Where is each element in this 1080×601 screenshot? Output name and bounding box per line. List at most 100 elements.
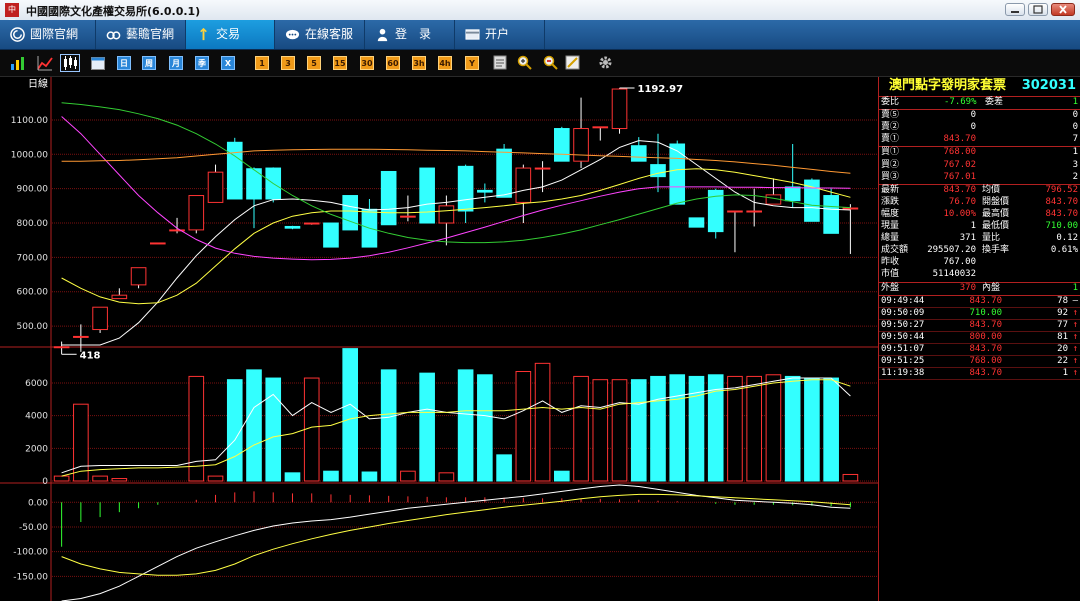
zoom-out-icon[interactable] bbox=[543, 55, 558, 70]
stat-label: 成交額 bbox=[881, 245, 909, 256]
nav-item-login[interactable]: 登 录 bbox=[365, 20, 455, 49]
trade-tick-row: 09:51:07 843.70 20 ↑ bbox=[879, 344, 1080, 355]
minimize-button[interactable] bbox=[1005, 3, 1025, 16]
minute-period-button-4[interactable]: 30 bbox=[360, 56, 374, 70]
nav-item-online-support[interactable]: 在線客服 bbox=[275, 20, 365, 49]
candle bbox=[765, 178, 782, 205]
close-button[interactable] bbox=[1051, 3, 1075, 16]
stat-label: 總量 bbox=[881, 233, 900, 244]
candle-body bbox=[669, 143, 686, 205]
globe-icon bbox=[10, 27, 25, 42]
weicha-value: 1 bbox=[1072, 97, 1078, 107]
minute-period-button-1[interactable]: 3 bbox=[281, 56, 295, 70]
settings-icon[interactable] bbox=[598, 55, 613, 70]
ma-line-dea bbox=[61, 493, 851, 576]
bid-row: 買③ 767.01 2 bbox=[879, 172, 1080, 183]
minute-period-button-6[interactable]: 3h bbox=[412, 56, 426, 70]
tick-time: 09:49:44 bbox=[881, 295, 925, 306]
nav-item-label: 交易 bbox=[216, 27, 241, 41]
outer-label: 外盤 bbox=[881, 282, 900, 293]
period-button-0[interactable]: 日 bbox=[117, 56, 131, 70]
outer-inner-row: 外盤 370 內盤 1 bbox=[879, 283, 1080, 294]
bar-chart-icon[interactable] bbox=[10, 55, 26, 71]
weibi-label: 委比 bbox=[881, 97, 900, 107]
candle bbox=[284, 225, 301, 230]
candle bbox=[73, 324, 89, 352]
candle-body bbox=[73, 335, 89, 338]
tick-time: 09:50:44 bbox=[881, 331, 925, 342]
maximize-button[interactable] bbox=[1028, 3, 1048, 16]
ask-row: 賣⑤ 0 0 bbox=[879, 110, 1080, 121]
high-price-label: 1192.97 bbox=[638, 84, 684, 95]
low-price-label: 418 bbox=[80, 350, 101, 361]
bid-volume: 1 bbox=[1072, 147, 1078, 158]
period-button-3[interactable]: 季 bbox=[195, 56, 209, 70]
chat-icon bbox=[285, 29, 300, 40]
candle-body bbox=[784, 186, 801, 202]
stat-label-2: 量比 bbox=[982, 233, 1001, 244]
candle bbox=[226, 137, 243, 200]
ask-volume: 0 bbox=[1072, 110, 1078, 121]
candle-body bbox=[592, 126, 609, 129]
minute-period-button-8[interactable]: Y bbox=[465, 56, 479, 70]
tick-price: 768.00 bbox=[969, 356, 1002, 367]
tick-time: 09:50:09 bbox=[881, 307, 925, 318]
bid-label: 買③ bbox=[881, 171, 900, 182]
candle-body bbox=[226, 141, 243, 200]
candle-body bbox=[553, 128, 570, 162]
volume-bar bbox=[53, 475, 70, 482]
candle-body bbox=[53, 346, 70, 349]
minute-period-button-5[interactable]: 60 bbox=[386, 56, 400, 70]
tick-price: 843.70 bbox=[969, 368, 1002, 379]
nav-item-open-account[interactable]: 开户 bbox=[455, 20, 545, 49]
volume-bar bbox=[323, 470, 339, 482]
ask-price: 843.70 bbox=[943, 134, 976, 145]
candle-body bbox=[188, 195, 205, 231]
draw-icon[interactable] bbox=[565, 55, 580, 70]
candle bbox=[380, 170, 397, 226]
nav-item-art-site[interactable]: 藝贍官網 bbox=[96, 20, 186, 49]
candlestick-icon[interactable] bbox=[60, 54, 80, 72]
minute-period-button-0[interactable]: 1 bbox=[255, 56, 269, 70]
nav-item-international-site[interactable]: 國際官網 bbox=[0, 20, 96, 49]
calendar-icon[interactable] bbox=[91, 56, 105, 70]
stat-label-2: 換手率 bbox=[982, 245, 1010, 256]
ma-line-ma30 bbox=[61, 116, 851, 261]
candle-body bbox=[727, 210, 743, 213]
ask-price: 0 bbox=[970, 110, 976, 121]
stat-label: 漲跌 bbox=[881, 196, 900, 207]
volume-bar bbox=[515, 371, 532, 482]
candle-body bbox=[515, 167, 532, 203]
volume-bar bbox=[92, 475, 108, 482]
trade-icon bbox=[200, 27, 207, 41]
ma-line-ma60 bbox=[61, 148, 851, 174]
ma-line-ma20 bbox=[61, 102, 851, 244]
export-icon[interactable] bbox=[493, 55, 507, 70]
candle-body bbox=[496, 148, 512, 198]
y-tick-label: 6000 bbox=[25, 379, 48, 389]
candle bbox=[592, 126, 609, 141]
stock-chart[interactable]: 日線 500.00 600.00 700.00 800.00 900.00 1000.00 1… bbox=[0, 77, 878, 601]
stat-label: 昨收 bbox=[881, 257, 900, 268]
candle bbox=[611, 88, 628, 134]
quote-panel: 澳門點字發明家套票 302031 委比 -7.69% 委差 1 賣⑤ 0 0 賣② 0 0 賣① 843.… bbox=[878, 77, 1080, 601]
nav-item-trade[interactable]: 交易 bbox=[186, 20, 275, 49]
stat-value-2: 796.52 bbox=[1045, 184, 1078, 195]
line-chart-icon[interactable] bbox=[37, 55, 53, 71]
zoom-in-icon[interactable] bbox=[517, 55, 532, 70]
tick-price: 800.00 bbox=[969, 331, 1002, 342]
weibi-value: -7.69% bbox=[944, 97, 977, 107]
period-button-1[interactable]: 周 bbox=[142, 56, 156, 70]
stat-row: 成交額 295507.20 換手率 0.61% bbox=[879, 245, 1080, 256]
volume-bar bbox=[419, 372, 435, 482]
candle-body bbox=[611, 88, 628, 130]
tick-price: 843.70 bbox=[969, 344, 1002, 354]
ask-label: 賣① bbox=[881, 134, 900, 145]
period-button-2[interactable]: 月 bbox=[169, 56, 183, 70]
period-button-4[interactable]: X bbox=[221, 56, 235, 70]
candle-body bbox=[284, 225, 301, 229]
minute-period-button-7[interactable]: 4h bbox=[438, 56, 452, 70]
tick-volume: 1 bbox=[1062, 368, 1068, 379]
minute-period-button-3[interactable]: 15 bbox=[333, 56, 347, 70]
minute-period-button-2[interactable]: 5 bbox=[307, 56, 321, 70]
